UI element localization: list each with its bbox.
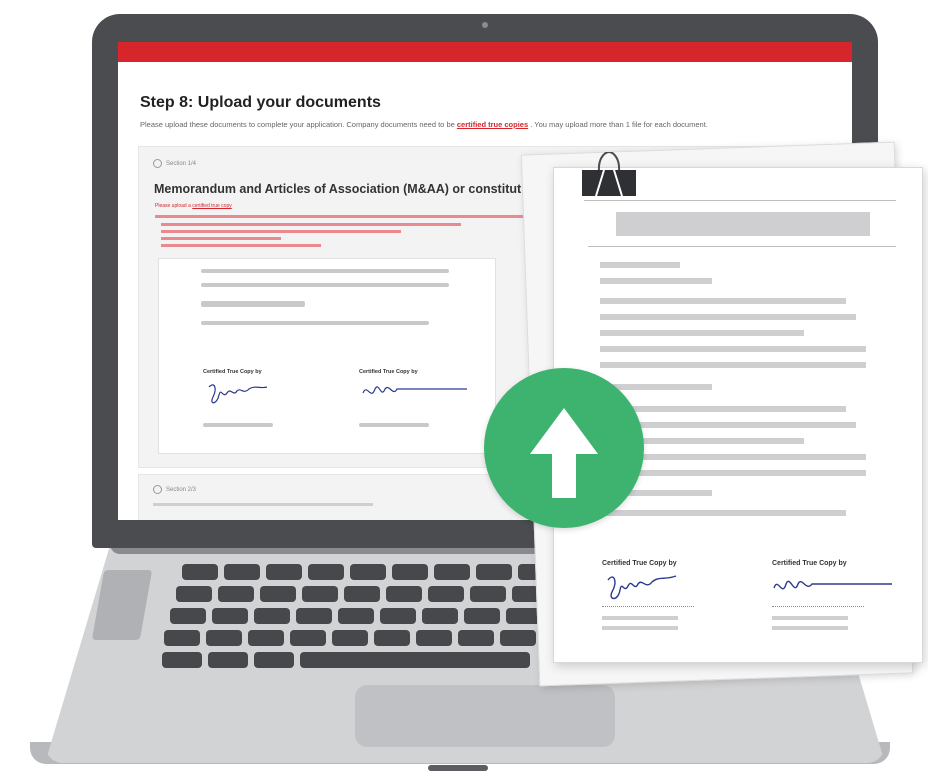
laptop-trackpad <box>355 685 615 747</box>
key <box>212 608 248 624</box>
text-line <box>772 616 848 620</box>
key <box>176 586 212 602</box>
key <box>308 564 344 580</box>
text-line <box>600 298 846 304</box>
key <box>254 608 290 624</box>
text-line <box>201 283 449 287</box>
upload-hint: Please upload a certified true copy <box>155 203 232 209</box>
key <box>380 608 416 624</box>
text-line <box>602 616 678 620</box>
page-description: Please upload these documents to complet… <box>140 120 708 129</box>
text-line <box>600 346 866 352</box>
key <box>296 608 332 624</box>
key <box>332 630 368 646</box>
upload-hint-text: Please upload a <box>155 203 191 209</box>
key <box>374 630 410 646</box>
section-status: Section 2/3 <box>153 485 196 494</box>
key <box>464 608 500 624</box>
certified-true-copies-link[interactable]: certified true copies <box>457 120 528 129</box>
key <box>392 564 428 580</box>
text-line <box>201 269 449 273</box>
signature-icon <box>773 580 892 590</box>
upload-arrow-icon <box>530 408 598 498</box>
key <box>254 652 294 668</box>
key <box>458 630 494 646</box>
key <box>338 608 374 624</box>
requirements-line <box>161 230 401 233</box>
key <box>218 586 254 602</box>
description-text-end: . You may upload more than 1 file for ea… <box>530 120 708 129</box>
key <box>162 652 202 668</box>
signature-icon <box>607 575 677 600</box>
text-line <box>600 314 856 320</box>
document-title: Memorandum and Articles of Association (… <box>154 182 540 196</box>
key <box>290 630 326 646</box>
key <box>422 608 458 624</box>
laptop-notch <box>428 765 488 771</box>
section-label: Section 1/4 <box>166 161 197 168</box>
webcam-icon <box>482 22 488 28</box>
section-status: Section 1/4 <box>153 159 196 168</box>
key <box>428 586 464 602</box>
text-line <box>153 503 373 506</box>
signature-icon <box>208 384 268 404</box>
paper-heading-block <box>616 212 870 236</box>
divider <box>588 246 896 247</box>
text-line <box>602 626 678 630</box>
key <box>170 608 206 624</box>
text-line <box>600 262 680 268</box>
key <box>344 586 380 602</box>
text-line <box>201 321 429 325</box>
text-line <box>203 423 273 427</box>
key <box>434 564 470 580</box>
key <box>470 586 506 602</box>
text-line <box>359 423 429 427</box>
text-line <box>201 301 305 307</box>
text-line <box>600 330 804 336</box>
key <box>500 630 536 646</box>
key <box>386 586 422 602</box>
key <box>182 564 218 580</box>
key <box>224 564 260 580</box>
signature-line <box>772 606 864 607</box>
certified-label: Certified True Copy by <box>359 369 418 375</box>
key <box>260 586 296 602</box>
key <box>416 630 452 646</box>
key <box>266 564 302 580</box>
signature-icon <box>362 386 467 394</box>
key <box>164 630 200 646</box>
space-key <box>300 652 530 668</box>
certified-label: Certified True Copy by <box>602 560 677 567</box>
header-bar <box>118 42 852 62</box>
key <box>206 630 242 646</box>
document-preview: Certified True Copy by Certified True Co… <box>158 258 496 454</box>
certified-copy-link[interactable]: certified true copy <box>192 203 231 209</box>
requirements-line <box>161 244 321 247</box>
description-text: Please upload these documents to complet… <box>140 120 455 129</box>
binder-clip-icon <box>582 152 636 197</box>
signature-line <box>602 606 694 607</box>
section-label: Section 2/3 <box>166 487 197 494</box>
key <box>248 630 284 646</box>
requirements-line <box>161 237 281 240</box>
divider <box>584 200 896 201</box>
key <box>350 564 386 580</box>
key <box>302 586 338 602</box>
text-line <box>772 626 848 630</box>
text-line <box>600 278 712 284</box>
requirements-line <box>161 223 461 226</box>
certified-label: Certified True Copy by <box>772 560 847 567</box>
page-title: Step 8: Upload your documents <box>140 94 381 111</box>
upload-button[interactable] <box>484 368 644 528</box>
certified-label: Certified True Copy by <box>203 369 262 375</box>
key <box>476 564 512 580</box>
radio-icon[interactable] <box>153 485 162 494</box>
key <box>208 652 248 668</box>
radio-icon[interactable] <box>153 159 162 168</box>
